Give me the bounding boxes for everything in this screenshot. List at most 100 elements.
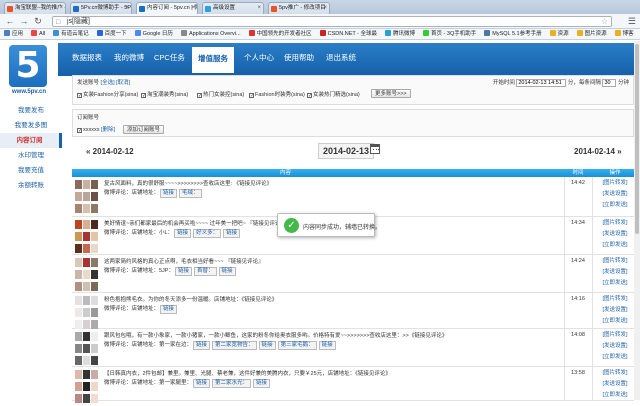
thumbnail-image[interactable] — [83, 332, 90, 341]
thumbnail-image[interactable] — [91, 320, 98, 329]
checkbox-icon[interactable]: ✓ — [307, 93, 312, 99]
thumbnail-image[interactable] — [75, 244, 82, 253]
bookmark-item[interactable]: 有道云笔记 — [53, 29, 89, 39]
operation-link[interactable]: [立即发送] — [596, 278, 634, 289]
checkbox-icon[interactable]: ✓ — [197, 93, 202, 99]
operation-link[interactable]: [发送设置] — [596, 305, 634, 316]
thumbnail-image[interactable] — [91, 356, 98, 365]
thumbnail-image[interactable] — [83, 382, 90, 391]
thumbnail-image[interactable] — [83, 308, 90, 317]
thumbnail-image[interactable] — [83, 220, 90, 229]
tab-close-icon[interactable]: × — [191, 3, 195, 14]
link-button[interactable]: 毛绒： — [179, 189, 202, 198]
sidebar-item[interactable]: 水印管理 — [0, 148, 62, 163]
operation-link[interactable]: [立即发送] — [596, 240, 634, 251]
site-logo[interactable]: 5 — [9, 45, 47, 87]
thumbnail-image[interactable] — [75, 296, 82, 305]
browser-tab[interactable]: 内容订阅 - 5pv.cn | 微博× — [136, 2, 198, 14]
reload-icon[interactable]: ↻ — [32, 16, 44, 27]
checkbox-icon[interactable]: ✓ — [77, 93, 82, 99]
nav-item[interactable]: CPC任务 — [154, 52, 185, 63]
thumbnail-image[interactable] — [75, 394, 82, 403]
sidebar-item[interactable]: 我要发多图 — [0, 118, 62, 133]
link-button[interactable]: 链接 — [160, 305, 178, 314]
nav-item[interactable]: 个人中心 — [244, 52, 274, 63]
add-subscription-button[interactable]: 添加订阅账号 — [123, 125, 165, 134]
bookmark-item[interactable]: CSDN.NET - 全球最 — [319, 29, 377, 39]
prev-date-link[interactable]: « 2014-02-12 — [86, 147, 134, 156]
thumbnail-image[interactable] — [75, 192, 82, 201]
thumbnail-image[interactable] — [83, 180, 90, 189]
thumbnail-image[interactable] — [91, 244, 98, 253]
account-checkbox[interactable]: ✓女装Fashion分享(sina) — [77, 90, 138, 99]
thumbnail-image[interactable] — [75, 356, 82, 365]
thumbnail-image[interactable] — [75, 204, 82, 213]
thumbnail-image[interactable] — [75, 332, 82, 341]
link-button[interactable]: 链接 — [218, 267, 236, 276]
operation-link[interactable]: [发送设置] — [596, 341, 634, 352]
nav-item[interactable]: 我的微博 — [114, 52, 144, 63]
operation-link[interactable]: [发送设置] — [596, 267, 634, 278]
operation-link[interactable]: [图片转发] — [596, 294, 634, 305]
nav-item[interactable]: 使用帮助 — [284, 52, 314, 63]
thumbnail-image[interactable] — [91, 220, 98, 229]
next-date-link[interactable]: 2014-02-14 » — [574, 147, 622, 156]
thumbnail-image[interactable] — [83, 370, 90, 379]
link-button[interactable]: 好义多： — [193, 229, 222, 238]
bookmark-star-icon[interactable]: ☆ — [601, 17, 608, 26]
tab-close-icon[interactable]: × — [125, 3, 129, 14]
bookmark-item[interactable]: 应用 — [4, 29, 23, 39]
operation-link[interactable]: [图片转发] — [596, 178, 634, 189]
thumbnail-image[interactable] — [75, 344, 82, 353]
back-icon[interactable]: ← — [4, 16, 16, 27]
checkbox-icon[interactable]: ✓ — [141, 93, 146, 99]
bookmark-item[interactable]: 百度一下 — [96, 29, 127, 39]
link-button[interactable]: 链接 — [223, 229, 241, 238]
tab-close-icon[interactable]: × — [59, 3, 63, 14]
thumbnail-image[interactable] — [91, 382, 98, 391]
account-checkbox[interactable]: ✓淘宝潮装秀(sina) — [141, 90, 188, 99]
thumbnail-image[interactable] — [91, 308, 98, 317]
thumbnail-image[interactable] — [83, 192, 90, 201]
browser-tab[interactable]: 淘宝联盟--我的推广 - 阿里妈× — [4, 2, 66, 14]
thumbnail-image[interactable] — [83, 320, 90, 329]
checkbox-icon[interactable]: ✓ — [249, 93, 254, 99]
address-bar[interactable]: □ js[隐藏] ☆ — [52, 16, 612, 27]
thumbnail-image[interactable] — [91, 370, 98, 379]
browser-tab[interactable]: 5pv推广 - 修改项目 × — [268, 2, 330, 14]
thumbnail-image[interactable] — [91, 332, 98, 341]
thumbnail-image[interactable] — [91, 394, 98, 403]
link-button[interactable]: 链接 — [160, 189, 178, 198]
operation-link[interactable]: [立即发送] — [596, 352, 634, 363]
operation-link[interactable]: [图片转发] — [596, 368, 634, 379]
thumbnail-image[interactable] — [83, 232, 90, 241]
operation-link[interactable]: [立即发送] — [596, 390, 634, 401]
bookmark-item[interactable]: MySQL 5.1参考手册 — [484, 29, 542, 39]
link-button[interactable]: 链接 — [253, 379, 271, 388]
cancel-selection-link[interactable]: [取消] — [116, 80, 130, 86]
bookmark-item[interactable]: Applications Overvi... — [180, 29, 241, 39]
thumbnail-image[interactable] — [91, 204, 98, 213]
account-checkbox[interactable]: ✓热门女装控(sina) — [197, 90, 244, 99]
start-time-input[interactable] — [516, 79, 567, 87]
thumbnail-image[interactable] — [83, 344, 90, 353]
thumbnail-grid[interactable] — [75, 220, 99, 256]
thumbnail-image[interactable] — [83, 258, 90, 267]
scrollbar[interactable] — [634, 41, 640, 400]
nav-item[interactable]: 数据报表 — [72, 52, 102, 63]
tab-close-icon[interactable]: × — [257, 3, 261, 14]
bookmark-item[interactable]: 博客 — [614, 29, 634, 39]
thumbnail-image[interactable] — [83, 244, 90, 253]
operation-link[interactable]: [图片转发] — [596, 330, 634, 341]
thumbnail-image[interactable] — [83, 270, 90, 279]
tab-close-icon[interactable]: × — [323, 3, 327, 14]
thumbnail-image[interactable] — [91, 344, 98, 353]
browser-tab[interactable]: 高级设置 × — [202, 2, 264, 14]
operation-link[interactable]: [立即发送] — [596, 316, 634, 327]
thumbnail-image[interactable] — [75, 270, 82, 279]
nav-item[interactable]: 增值服务 — [192, 47, 234, 73]
select-all-link[interactable]: [全选] — [101, 80, 115, 86]
account-checkbox[interactable]: ✓女装热门精选(sina) — [307, 90, 360, 99]
link-button[interactable]: 链接 — [174, 229, 192, 238]
thumbnail-image[interactable] — [83, 282, 90, 291]
